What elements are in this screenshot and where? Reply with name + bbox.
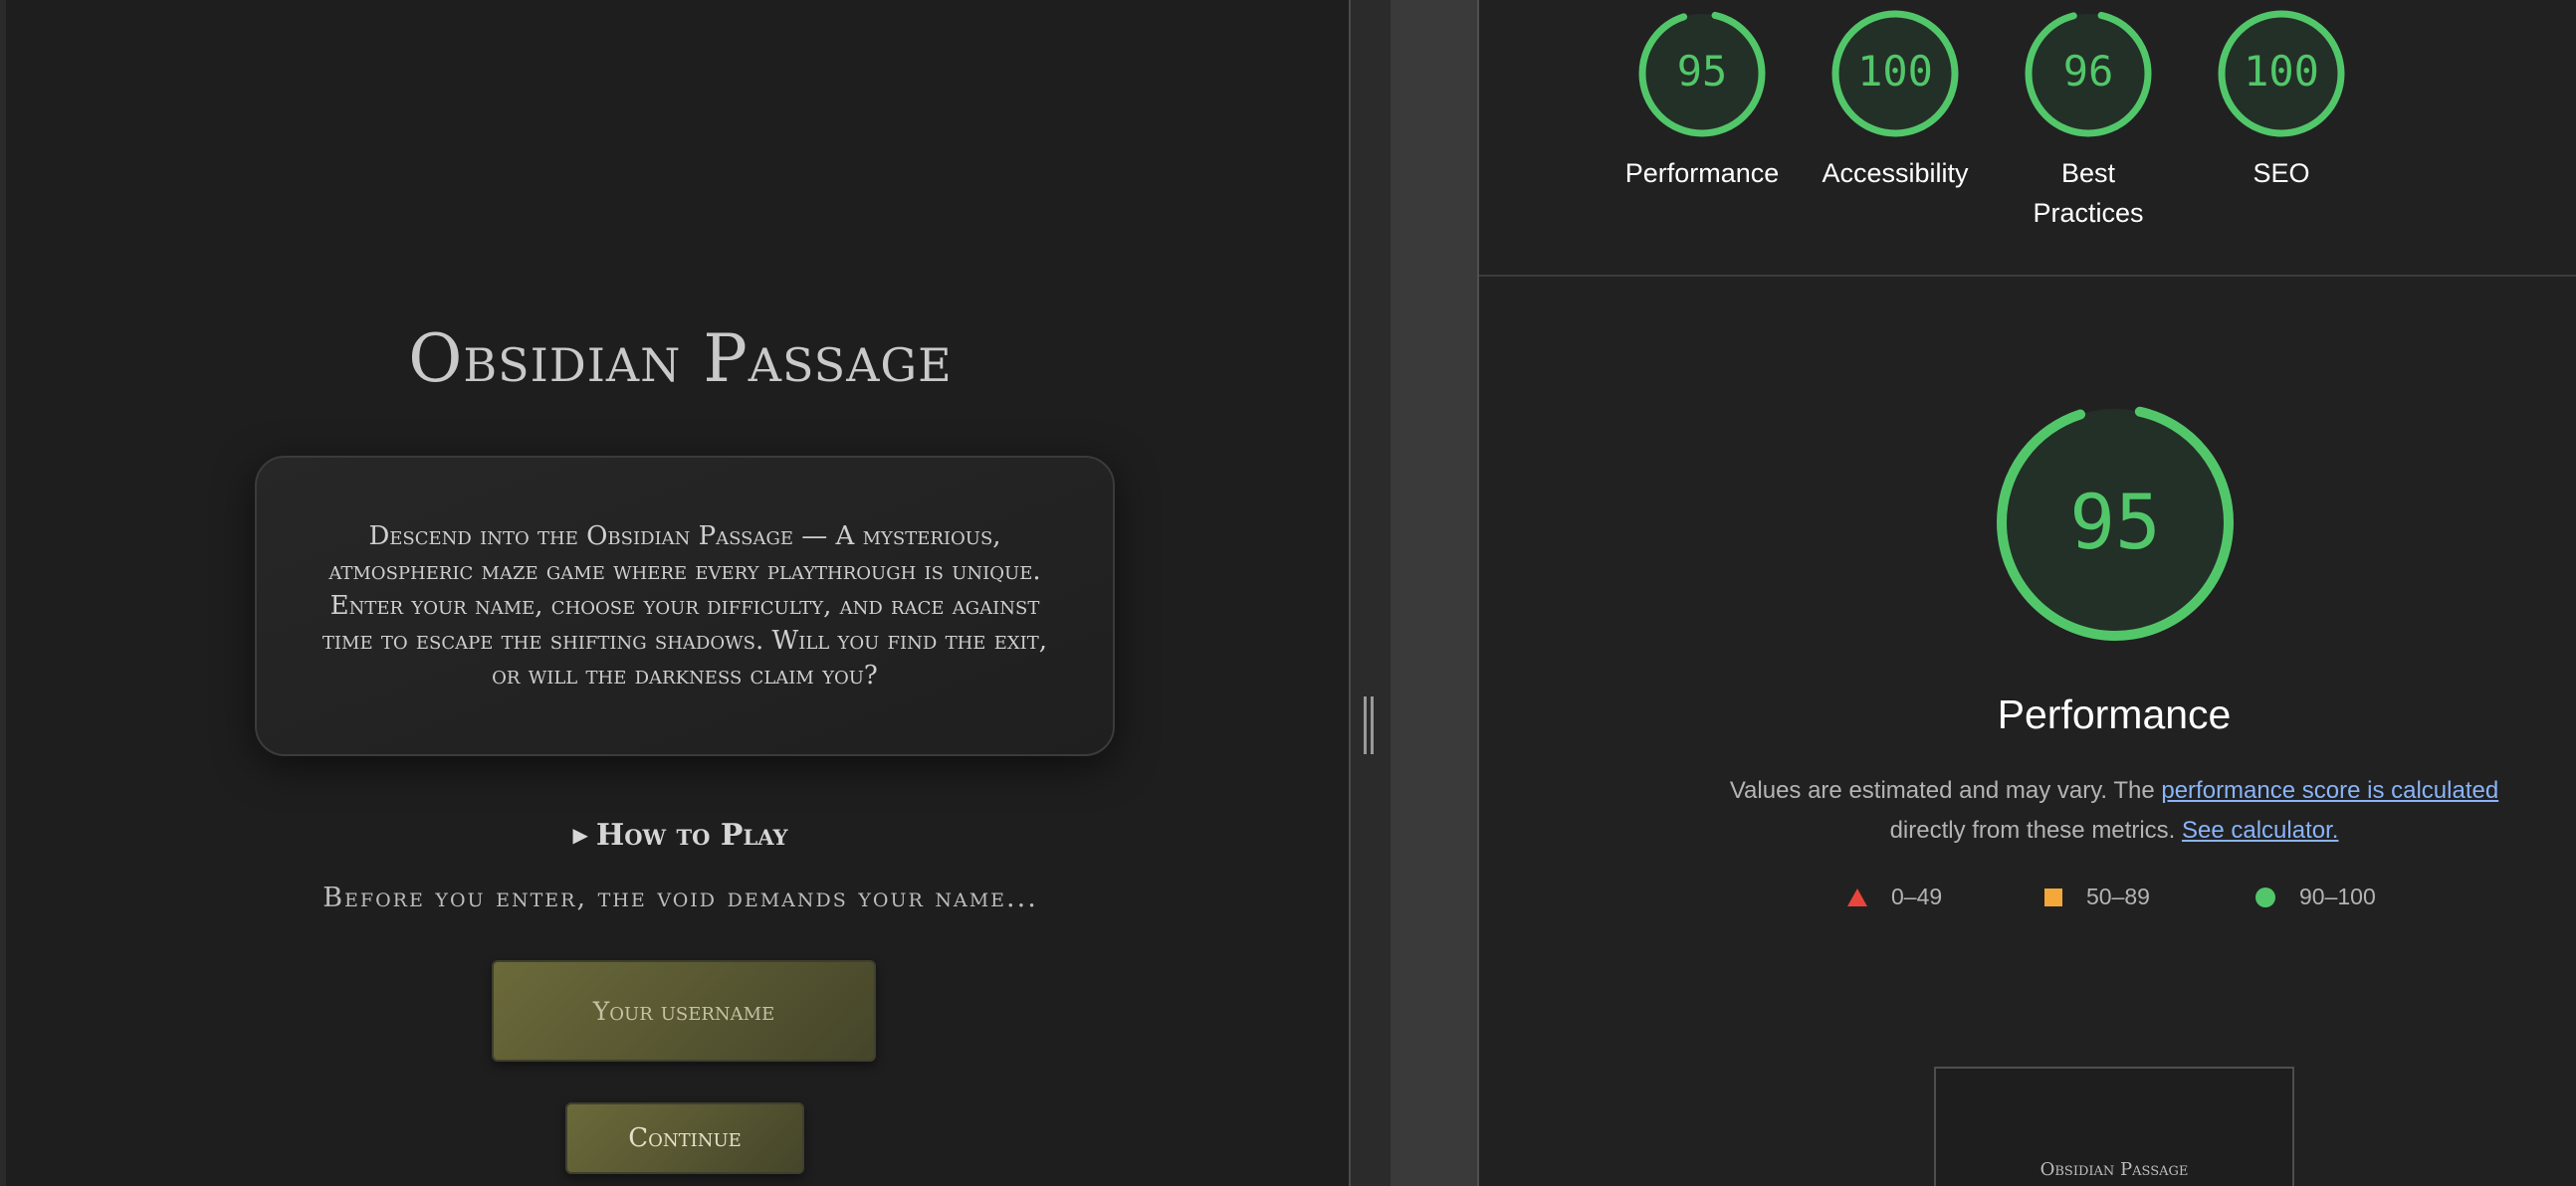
legend-fail: 0–49 [1847,884,1942,910]
intro-text: Descend into the Obsidian Passage — A my… [322,520,1048,691]
circle-icon [2255,887,2275,907]
resize-gutter[interactable] [1351,0,1391,1186]
gauge-score: 95 [1677,47,1728,96]
section-divider [1479,275,2576,277]
thumbnail-title: Obsidian Passage [2039,1159,2189,1180]
game-title: Obsidian Passage [408,320,953,397]
legend-average: 50–89 [2044,884,2150,910]
how-to-play-label: How to Play [595,818,788,853]
username-input[interactable] [492,960,876,1062]
gauge-best-practices[interactable]: 96 Best Practices [2009,8,2168,233]
gauge-ring-icon: 95 [1638,10,1766,137]
name-prompt: Before you enter, the void demands your … [322,883,1038,913]
continue-button[interactable]: Continue [565,1102,804,1174]
performance-description: Values are estimated and may vary. The p… [1648,771,2576,851]
legend-label: 90–100 [2299,884,2376,909]
gauge-accessibility[interactable]: 100 Accessibility [1816,8,1975,193]
score-calculated-link[interactable]: performance score is calculated [2161,777,2498,804]
page-screenshot-thumbnail[interactable]: Obsidian Passage [1934,1067,2294,1186]
performance-gauge: 95 [1997,404,2234,641]
resize-handle-icon[interactable] [1364,696,1374,754]
devtools-sidebar-strip [1391,0,1479,1186]
desc-text: directly from these metrics. [1889,817,2182,844]
intro-card: Descend into the Obsidian Passage — A my… [255,456,1115,756]
lighthouse-report: 95 Performance 100 Accessibility 96 Best… [1479,0,2576,1186]
gauge-score: 96 [2063,47,2114,96]
desc-text: Values are estimated and may vary. The [1729,777,2162,804]
gauge-ring-icon: 100 [2218,10,2345,137]
gauge-label: Accessibility [1822,158,1969,188]
see-calculator-link[interactable]: See calculator. [2182,817,2338,844]
disclosure-triangle-icon: ▶ [572,823,588,847]
performance-title: Performance [1997,692,2232,737]
gauge-ring-icon: 96 [2025,10,2152,137]
legend-label: 50–89 [2086,884,2150,909]
square-icon [2044,888,2062,906]
legend-pass: 90–100 [2255,884,2376,910]
legend-label: 0–49 [1891,884,1943,909]
gauge-performance[interactable]: 95 Performance [1622,8,1782,193]
gauge-score: 100 [2244,47,2319,96]
gauge-ring-icon: 100 [1831,10,1959,137]
game-page: Obsidian Passage Descend into the Obsidi… [0,0,1349,1186]
gauge-label: SEO [2253,158,2310,188]
performance-score: 95 [2069,478,2161,566]
how-to-play-toggle[interactable]: ▶ How to Play [6,818,1349,853]
gauge-label: Best Practices [2033,158,2144,228]
gauge-score: 100 [1857,47,1933,96]
gauge-label: Performance [1624,158,1780,188]
gauge-seo[interactable]: 100 SEO [2202,8,2361,193]
triangle-icon [1847,888,1867,906]
